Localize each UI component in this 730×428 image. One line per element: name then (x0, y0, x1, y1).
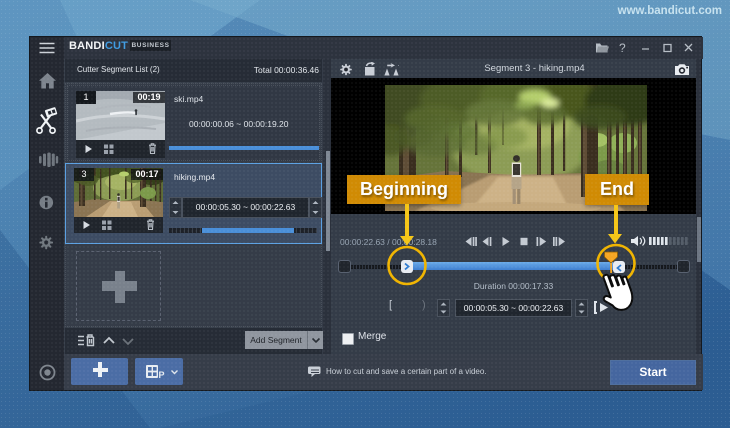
svg-text:P: P (159, 370, 165, 380)
svg-text:?: ? (619, 41, 626, 55)
